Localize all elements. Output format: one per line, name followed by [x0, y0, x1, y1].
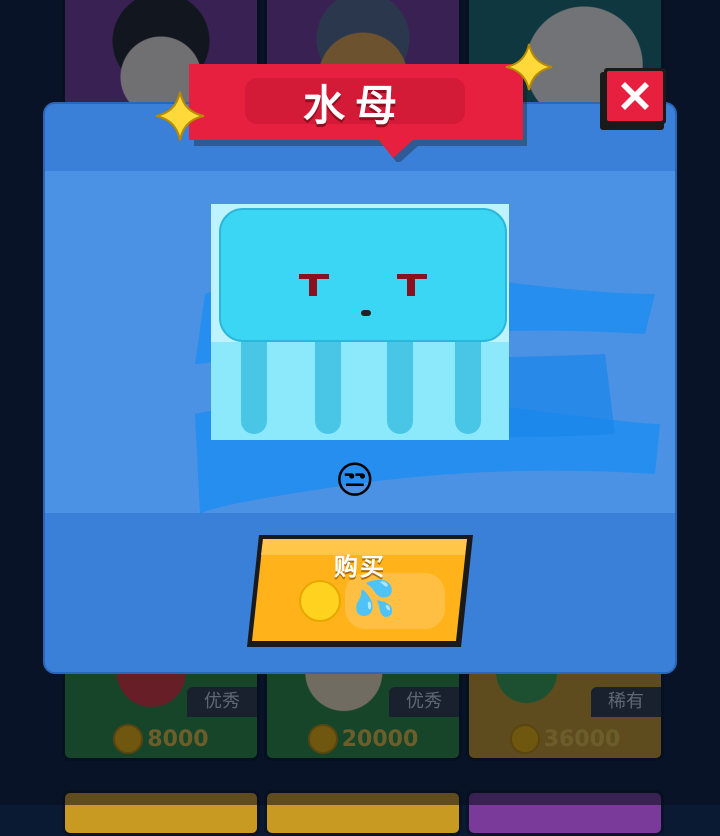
pet-portrait [211, 204, 509, 440]
buy-label: 购买 [334, 553, 386, 581]
jellyfish-tentacles [211, 342, 509, 440]
coin-icon [299, 580, 341, 622]
price-emoji: 💦 [353, 579, 396, 619]
pet-detail-dialog: 😒 购买 💦 [45, 104, 675, 672]
mood-emoji: 😒 [335, 458, 375, 502]
jellyfish-head [219, 208, 507, 342]
pet-name-title: 水母 [302, 81, 407, 130]
sparkle-icon [155, 91, 205, 141]
sparkle-icon [505, 43, 553, 91]
buy-button[interactable]: 购买 💦 [245, 533, 475, 649]
close-button[interactable] [600, 66, 668, 130]
